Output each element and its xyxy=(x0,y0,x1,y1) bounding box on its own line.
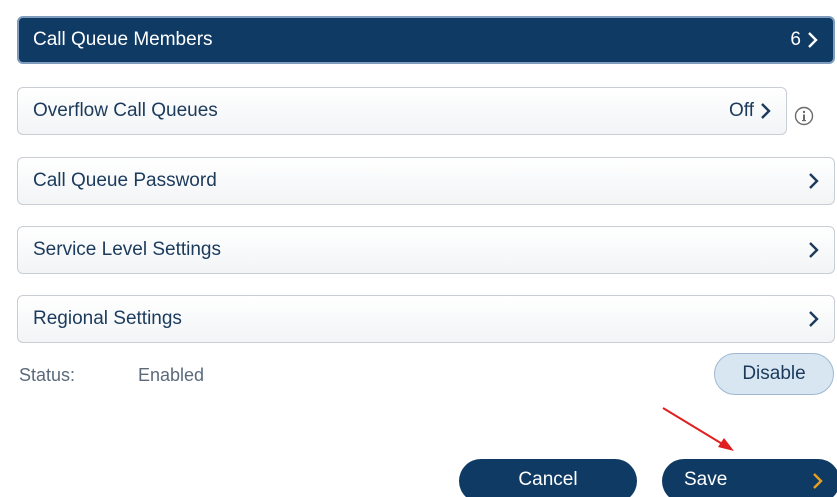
info-icon[interactable] xyxy=(794,106,814,126)
save-label: Save xyxy=(684,469,728,490)
chevron-right-icon xyxy=(808,310,834,328)
row-label: Service Level Settings xyxy=(33,239,221,260)
chevron-right-icon xyxy=(760,102,786,120)
row-label: Call Queue Password xyxy=(33,170,217,191)
save-button[interactable]: Save xyxy=(662,459,837,497)
call-queue-members-row[interactable]: Call Queue Members 6 xyxy=(17,16,835,64)
overflow-call-queues-row[interactable]: Overflow Call Queues Off xyxy=(17,87,787,135)
chevron-right-icon xyxy=(807,31,833,49)
service-level-settings-row[interactable]: Service Level Settings xyxy=(17,226,835,274)
row-label: Overflow Call Queues xyxy=(33,100,218,121)
chevron-right-icon xyxy=(808,241,834,259)
disable-button[interactable]: Disable xyxy=(714,353,834,395)
row-value: Off xyxy=(729,100,754,121)
status-label: Status: xyxy=(19,365,76,385)
row-label: Regional Settings xyxy=(33,308,182,329)
call-queue-password-row[interactable]: Call Queue Password xyxy=(17,157,835,205)
row-value: 6 xyxy=(790,29,801,50)
status-value: Enabled xyxy=(138,365,205,385)
chevron-right-icon xyxy=(808,172,834,190)
call-queue-settings-page: Call Queue Members 6 Overflow Call Queue… xyxy=(0,0,837,497)
row-label: Call Queue Members xyxy=(33,29,213,50)
annotation-arrow xyxy=(662,407,734,451)
cancel-button[interactable]: Cancel xyxy=(459,459,637,497)
regional-settings-row[interactable]: Regional Settings xyxy=(17,295,835,343)
chevron-right-icon xyxy=(812,472,824,496)
